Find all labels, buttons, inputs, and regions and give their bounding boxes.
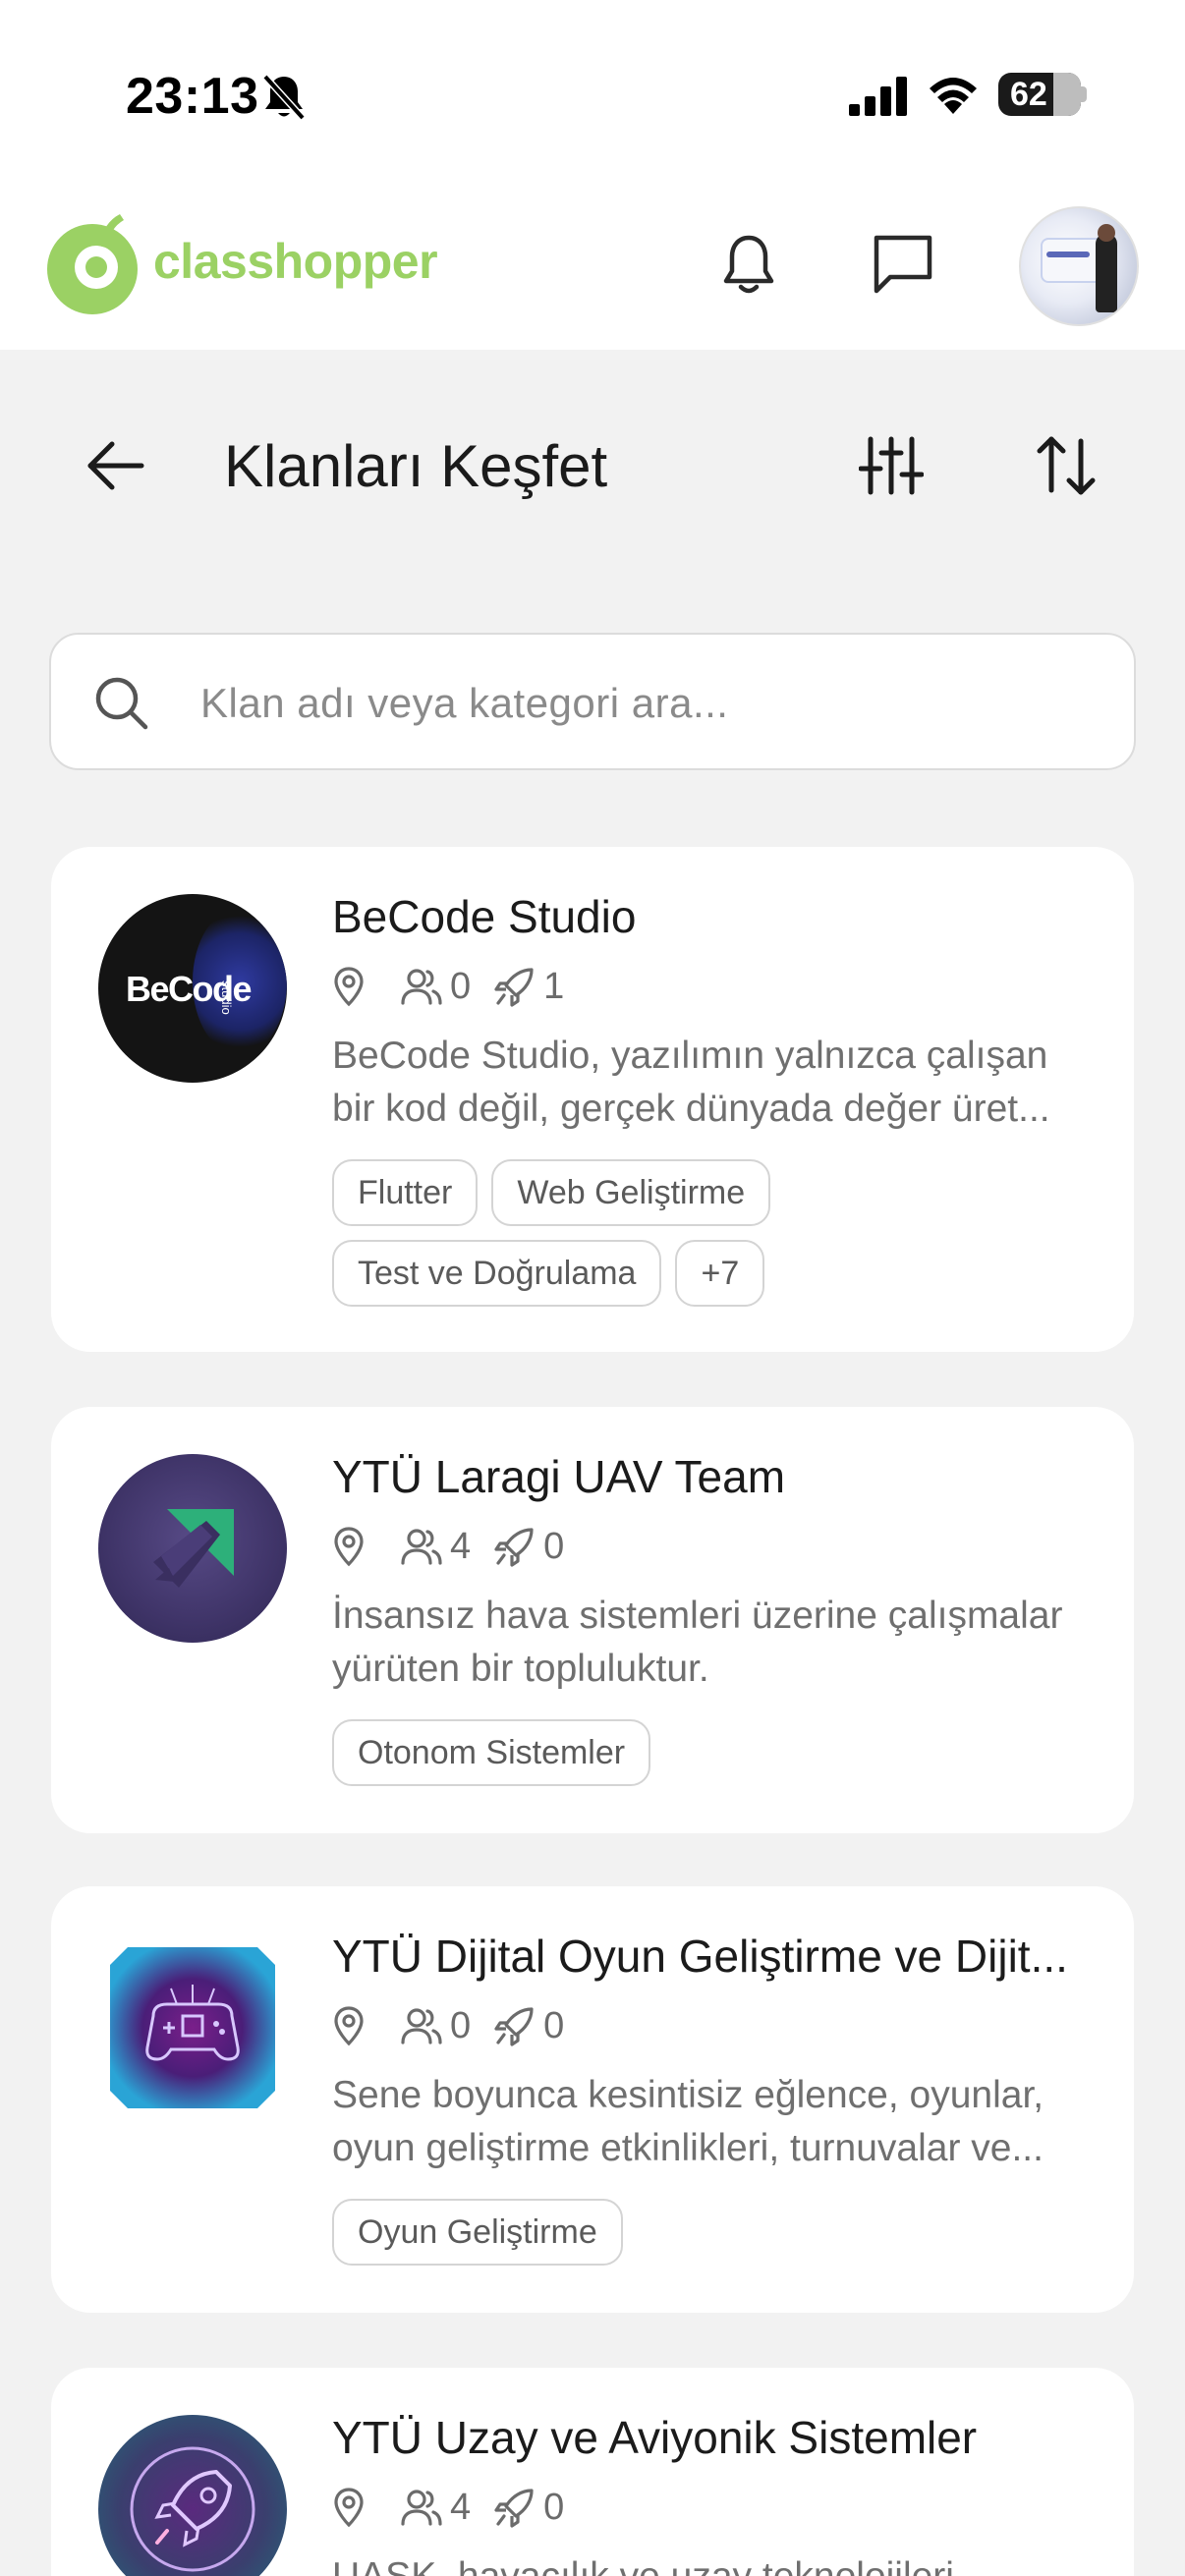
rocket-icon xyxy=(494,968,534,1007)
clan-tags: Otonom Sistemler xyxy=(332,1719,1108,1800)
wifi-icon xyxy=(930,78,977,114)
app-logo-text[interactable]: classhopper xyxy=(153,233,438,290)
project-count: 0 xyxy=(543,2486,565,2528)
clan-tags: Oyun Geliştirme xyxy=(332,2199,1108,2279)
classhopper-logo-icon xyxy=(47,214,138,314)
search-input[interactable] xyxy=(200,674,1085,733)
member-count: 4 xyxy=(450,1525,472,1567)
chat-icon[interactable] xyxy=(869,232,937,299)
clan-logo-subtext: studio xyxy=(219,980,234,1015)
filter-sliders-icon[interactable] xyxy=(859,433,924,498)
clan-description: BeCode Studio, yazılımın yalnızca çalışa… xyxy=(332,1035,1050,1130)
tag-chip[interactable]: Flutter xyxy=(332,1159,479,1226)
signal-icon xyxy=(849,77,907,116)
clan-name: YTÜ Laragi UAV Team xyxy=(332,1451,786,1502)
project-count: 0 xyxy=(543,2004,565,2046)
clan-meta: 4 0 xyxy=(332,1523,588,1570)
search-box[interactable] xyxy=(49,633,1136,770)
clan-name: YTÜ Dijital Oyun Geliştirme ve Dijit... xyxy=(332,1931,1068,1982)
tag-chip[interactable]: Oyun Geliştirme xyxy=(332,2199,623,2266)
battery-tip xyxy=(1081,86,1087,102)
clan-logo xyxy=(98,2415,287,2576)
more-tags-chip[interactable]: +7 xyxy=(675,1240,765,1307)
tag-chip[interactable]: Web Geliştirme xyxy=(491,1159,771,1226)
clan-description: Sene boyunca kesintisiz eğlence, oyunlar… xyxy=(332,2074,1044,2169)
clan-name: YTÜ Uzay ve Aviyonik Sistemler xyxy=(332,2412,978,2463)
clan-card[interactable]: YTÜ Dijital Oyun Geliştirme ve Dijit... … xyxy=(51,1886,1134,2313)
member-count: 4 xyxy=(450,2486,472,2528)
members-icon xyxy=(401,2008,442,2044)
member-count: 0 xyxy=(450,2004,472,2046)
members-icon xyxy=(401,2490,442,2526)
status-bar: 23:13 62 xyxy=(0,0,1185,187)
clan-logo xyxy=(98,1454,287,1643)
rocket-icon xyxy=(494,2489,534,2528)
clan-description: UASK, havacılık ve uzay teknolojileri xyxy=(332,2550,1108,2576)
location-pin-icon xyxy=(334,2006,364,2046)
rocket-icon xyxy=(494,1528,534,1567)
user-avatar[interactable] xyxy=(1019,206,1139,326)
location-pin-icon xyxy=(334,2488,364,2528)
battery-level: 62 xyxy=(1010,76,1047,113)
sort-icon[interactable] xyxy=(1036,433,1097,498)
search-icon xyxy=(95,677,148,730)
project-count: 1 xyxy=(543,965,565,1007)
bell-off-icon xyxy=(262,74,306,121)
members-icon xyxy=(401,1529,442,1565)
clan-logo xyxy=(98,1933,287,2122)
bell-icon[interactable] xyxy=(717,232,780,299)
clan-card[interactable]: YTÜ Laragi UAV Team 4 0 İnsansız hava si… xyxy=(51,1407,1134,1833)
battery-icon: 62 xyxy=(998,73,1081,116)
clan-meta: 0 0 xyxy=(332,2002,588,2049)
clan-logo: BeCode studio xyxy=(98,894,287,1083)
clan-card[interactable]: YTÜ Uzay ve Aviyonik Sistemler 4 0 UASK,… xyxy=(51,2368,1134,2576)
back-arrow-icon[interactable] xyxy=(83,432,149,499)
location-pin-icon xyxy=(334,967,364,1007)
status-time: 23:13 xyxy=(126,68,259,125)
members-icon xyxy=(401,969,442,1005)
rocket-icon xyxy=(494,2007,534,2046)
tag-chip[interactable]: Otonom Sistemler xyxy=(332,1719,651,1786)
clan-card[interactable]: BeCode studio BeCode Studio 0 1 BeCode S… xyxy=(51,847,1134,1352)
location-pin-icon xyxy=(334,1527,364,1567)
tag-chip[interactable]: Test ve Doğrulama xyxy=(332,1240,662,1307)
clan-description: İnsansız hava sistemleri üzerine çalışma… xyxy=(332,1595,1063,1690)
clan-tags: Flutter Web Geliştirme Test ve Doğrulama… xyxy=(332,1159,1108,1320)
project-count: 0 xyxy=(543,1525,565,1567)
clan-meta: 4 0 xyxy=(332,2484,588,2531)
clan-meta: 0 1 xyxy=(332,963,588,1010)
member-count: 0 xyxy=(450,965,472,1007)
clan-name: BeCode Studio xyxy=(332,891,637,942)
page-title: Klanları Keşfet xyxy=(224,433,608,499)
